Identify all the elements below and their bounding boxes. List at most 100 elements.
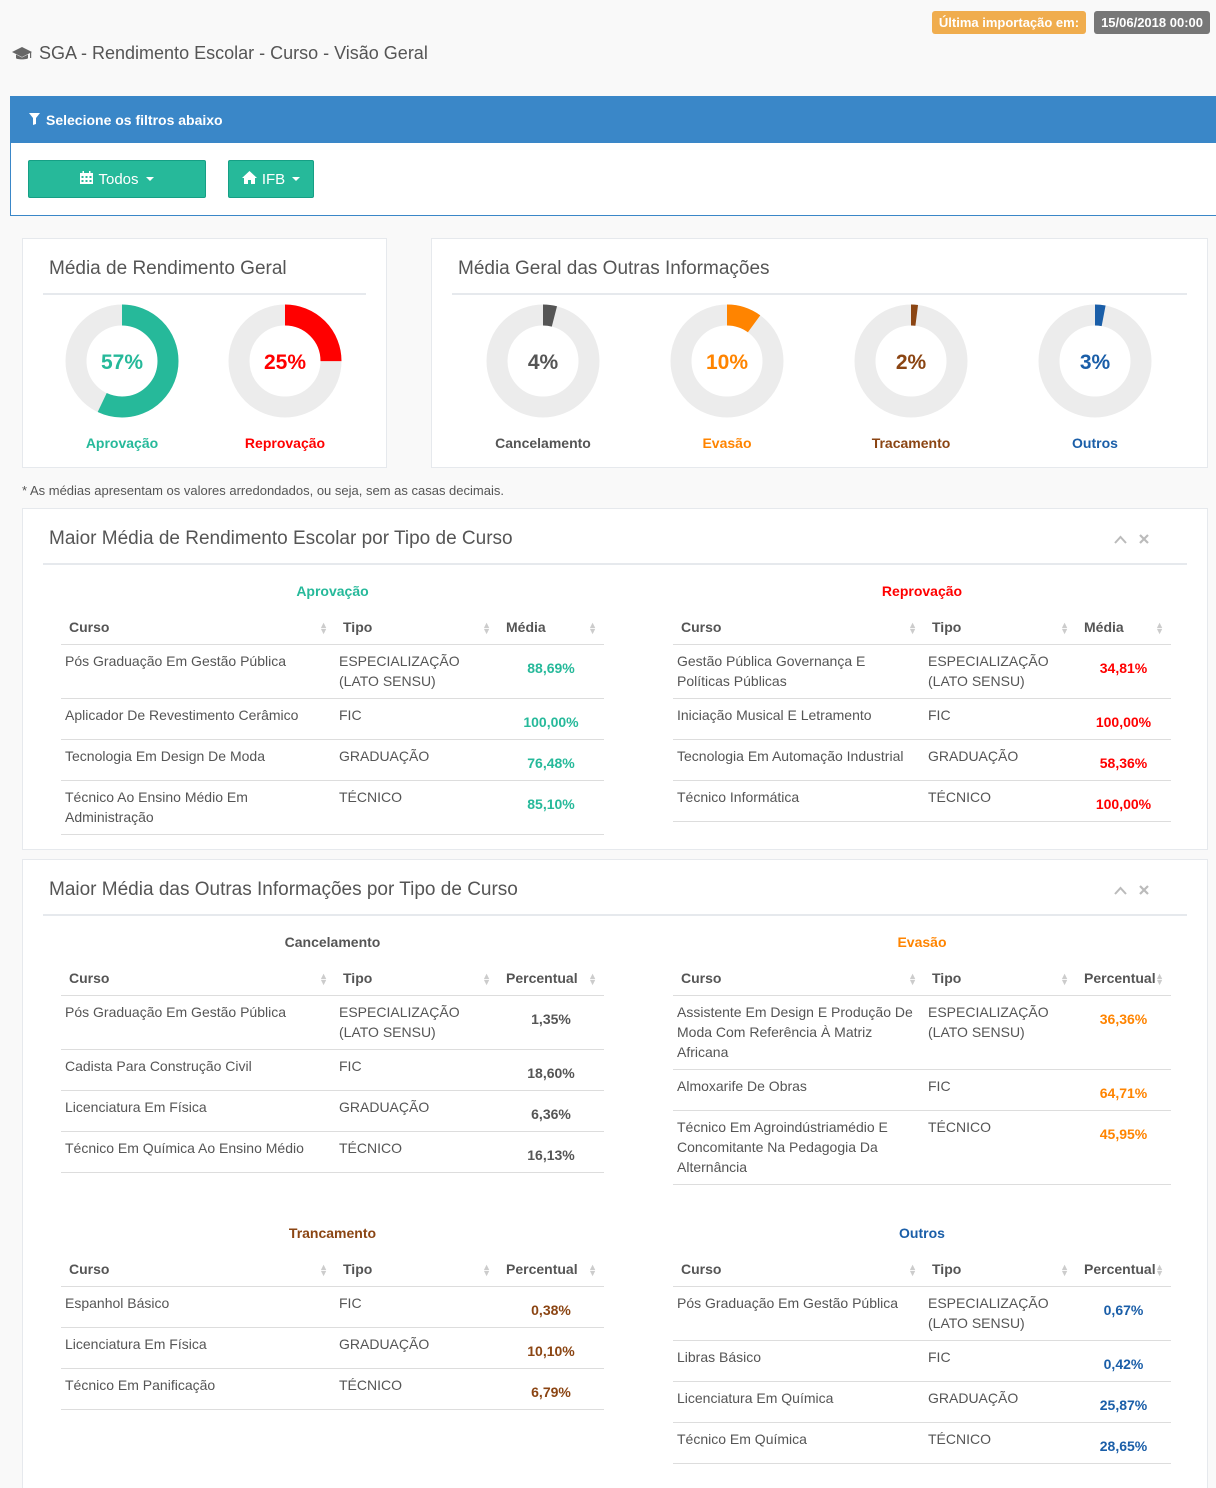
sort-icon[interactable]: ▲ ▼ bbox=[1060, 621, 1069, 636]
type-cell: GRADUAÇÃO bbox=[335, 1090, 498, 1132]
column-header-tipo[interactable]: Tipo ▲ ▼ bbox=[924, 962, 1076, 996]
donut-outros-percent: 3% bbox=[1080, 351, 1111, 374]
sort-icon[interactable]: ▲ ▼ bbox=[1155, 1263, 1164, 1278]
course-cell: Licenciatura Em Física bbox=[61, 1327, 335, 1369]
donut-aprovacao: 57% Aprovação bbox=[52, 301, 192, 451]
evasao-table: Curso ▲ ▼ Tipo ▲ ▼ Percentual ▲ ▼ Assistente Em D… bbox=[673, 962, 1171, 1185]
institution-dropdown-button[interactable]: IFB bbox=[228, 160, 314, 198]
period-dropdown-button[interactable]: Todos bbox=[28, 160, 206, 198]
donut-cancelamento: 4% Cancelamento bbox=[473, 301, 613, 451]
value-cell: 6,79% bbox=[498, 1368, 604, 1410]
column-header-curso[interactable]: Curso ▲ ▼ bbox=[673, 611, 924, 645]
course-cell: Pós Graduação Em Gestão Pública bbox=[61, 995, 335, 1050]
type-cell: TÉCNICO bbox=[924, 1110, 1076, 1185]
column-header-curso[interactable]: Curso ▲ ▼ bbox=[61, 962, 335, 996]
table-row: Licenciatura Em Física GRADUAÇÃO 10,10% bbox=[61, 1327, 604, 1369]
value-cell: 0,42% bbox=[1076, 1340, 1171, 1382]
period-dropdown-label: Todos bbox=[98, 170, 139, 188]
sort-icon[interactable]: ▲ ▼ bbox=[588, 972, 597, 987]
donut-outros-label: Outros bbox=[1072, 435, 1118, 451]
column-header-media[interactable]: Média ▲ ▼ bbox=[1076, 611, 1171, 645]
column-header-percentual[interactable]: Percentual ▲ ▼ bbox=[1076, 1253, 1171, 1287]
sort-icon[interactable]: ▲ ▼ bbox=[319, 972, 328, 987]
value-cell: 6,36% bbox=[498, 1090, 604, 1132]
course-cell: Técnico Em Química Ao Ensino Médio bbox=[61, 1131, 335, 1173]
collapse-icon[interactable] bbox=[1114, 882, 1127, 898]
sort-icon[interactable]: ▲ ▼ bbox=[588, 1263, 597, 1278]
table-row: Tecnologia Em Automação Industrial GRADUA… bbox=[673, 739, 1171, 781]
course-cell: Iniciação Musical E Letramento bbox=[673, 698, 924, 740]
table-row: Iniciação Musical E Letramento FIC 100,00% bbox=[673, 698, 1171, 740]
type-cell: FIC bbox=[335, 1286, 498, 1328]
sort-icon[interactable]: ▲ ▼ bbox=[1155, 972, 1164, 987]
collapse-icon[interactable] bbox=[1114, 531, 1127, 547]
type-cell: FIC bbox=[924, 698, 1076, 740]
sort-icon[interactable]: ▲ ▼ bbox=[482, 972, 491, 987]
page-title: SGA - Rendimento Escolar - Curso - Visão… bbox=[11, 43, 428, 64]
column-header-curso[interactable]: Curso ▲ ▼ bbox=[673, 1253, 924, 1287]
donut-reprovacao-chart: 25% bbox=[228, 304, 342, 418]
table-row: Técnico Em Panificação TÉCNICO 6,79% bbox=[61, 1368, 604, 1410]
donut-evasao-chart: 10% bbox=[670, 304, 784, 418]
column-header-media[interactable]: Média ▲ ▼ bbox=[498, 611, 604, 645]
sort-icon[interactable]: ▲ ▼ bbox=[319, 621, 328, 636]
filter-panel: Selecione os filtros abaixo Todos IFB bbox=[10, 96, 1216, 216]
table-row: Assistente Em Design E Produção De Moda … bbox=[673, 995, 1171, 1070]
column-header-tipo[interactable]: Tipo ▲ ▼ bbox=[335, 611, 498, 645]
other-info-by-course-panel: Maior Média das Outras Informações por T… bbox=[22, 859, 1208, 1488]
value-cell: 0,67% bbox=[1076, 1286, 1171, 1341]
column-header-label: Tipo bbox=[343, 969, 373, 986]
last-import-label: Última importação em: bbox=[931, 11, 1087, 34]
donut-evasao: 10% Evasão bbox=[657, 301, 797, 451]
donut-trancamento-label: Tracamento bbox=[871, 435, 951, 451]
column-header-tipo[interactable]: Tipo ▲ ▼ bbox=[924, 1253, 1076, 1287]
column-header-curso[interactable]: Curso ▲ ▼ bbox=[61, 1253, 335, 1287]
sort-icon[interactable]: ▲ ▼ bbox=[1155, 621, 1164, 636]
course-cell: Cadista Para Construção Civil bbox=[61, 1049, 335, 1091]
donut-trancamento-percent: 2% bbox=[896, 351, 927, 374]
sort-icon[interactable]: ▲ ▼ bbox=[1060, 1263, 1069, 1278]
sort-icon[interactable]: ▲ ▼ bbox=[482, 1263, 491, 1278]
column-header-label: Curso bbox=[681, 969, 722, 986]
sort-icon[interactable]: ▲ ▼ bbox=[482, 621, 491, 636]
type-cell: ESPECIALIZAÇÃO (LATO SENSU) bbox=[335, 995, 498, 1050]
column-header-label: Tipo bbox=[932, 618, 962, 635]
column-header-curso[interactable]: Curso ▲ ▼ bbox=[673, 962, 924, 996]
aprovacao-table: Curso ▲ ▼ Tipo ▲ ▼ Média ▲ ▼ Pós Graduação Em Ges… bbox=[61, 611, 604, 835]
donut-cancelamento-percent: 4% bbox=[528, 351, 559, 374]
sort-icon[interactable]: ▲ ▼ bbox=[319, 1263, 328, 1278]
value-cell: 85,10% bbox=[498, 780, 604, 835]
donut-aprovacao-label: Aprovação bbox=[85, 435, 159, 451]
sort-icon[interactable]: ▲ ▼ bbox=[908, 621, 917, 636]
column-header-percentual[interactable]: Percentual ▲ ▼ bbox=[498, 1253, 604, 1287]
sort-icon[interactable]: ▲ ▼ bbox=[908, 972, 917, 987]
value-cell: 34,81% bbox=[1076, 644, 1171, 699]
graduation-cap-icon bbox=[11, 46, 33, 62]
table-row: Libras Básico FIC 0,42% bbox=[673, 1340, 1171, 1382]
column-header-tipo[interactable]: Tipo ▲ ▼ bbox=[924, 611, 1076, 645]
close-icon[interactable] bbox=[1139, 531, 1149, 547]
value-cell: 10,10% bbox=[498, 1327, 604, 1369]
column-header-tipo[interactable]: Tipo ▲ ▼ bbox=[335, 962, 498, 996]
sort-icon[interactable]: ▲ ▼ bbox=[908, 1263, 917, 1278]
panel-divider bbox=[43, 563, 1187, 565]
sort-icon[interactable]: ▲ ▼ bbox=[588, 621, 597, 636]
close-icon[interactable] bbox=[1139, 882, 1149, 898]
reprovacao-table: Curso ▲ ▼ Tipo ▲ ▼ Média ▲ ▼ Gestão Pública Gover… bbox=[673, 611, 1171, 822]
column-header-curso[interactable]: Curso ▲ ▼ bbox=[61, 611, 335, 645]
table-row: Licenciatura Em Física GRADUAÇÃO 6,36% bbox=[61, 1090, 604, 1132]
column-header-tipo[interactable]: Tipo ▲ ▼ bbox=[335, 1253, 498, 1287]
panel-divider bbox=[43, 914, 1187, 916]
panel-tools bbox=[1114, 531, 1149, 547]
panel-tools bbox=[1114, 882, 1149, 898]
donut-outros: 3% Outros bbox=[1025, 301, 1165, 451]
column-header-percentual[interactable]: Percentual ▲ ▼ bbox=[498, 962, 604, 996]
table-row: Aplicador De Revestimento Cerâmico FIC 100… bbox=[61, 698, 604, 740]
table-row: Espanhol Básico FIC 0,38% bbox=[61, 1286, 604, 1328]
sort-icon[interactable]: ▲ ▼ bbox=[1060, 972, 1069, 987]
column-header-label: Tipo bbox=[932, 969, 962, 986]
course-cell: Técnico Em Agroindústriamédio E Concomit… bbox=[673, 1110, 924, 1185]
type-cell: GRADUAÇÃO bbox=[924, 1381, 1076, 1423]
column-header-percentual[interactable]: Percentual ▲ ▼ bbox=[1076, 962, 1171, 996]
donut-reprovacao: 25% Reprovação bbox=[215, 301, 355, 451]
